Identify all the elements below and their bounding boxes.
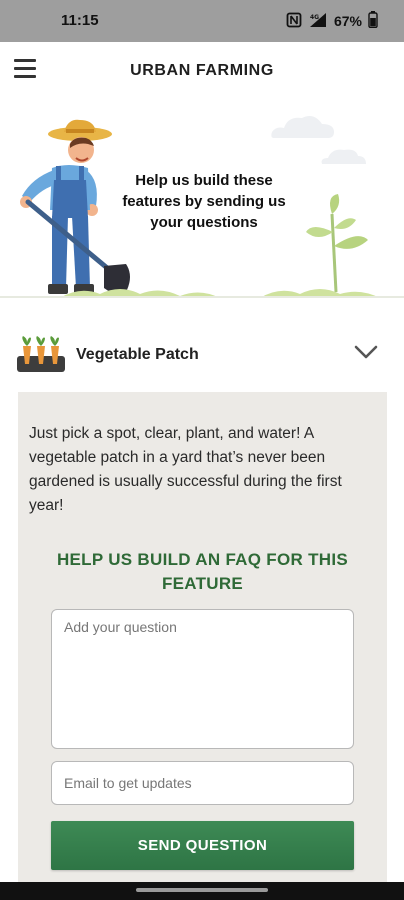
home-indicator[interactable] xyxy=(136,888,268,892)
vegetable-patch-icon xyxy=(17,336,65,372)
send-question-button[interactable]: SEND QUESTION xyxy=(51,821,354,870)
hero-banner: Help us build these features by sending … xyxy=(0,100,404,310)
signal-label: 4G xyxy=(310,14,319,21)
status-icons: 4G 67% xyxy=(286,11,378,31)
system-nav-bar xyxy=(0,882,404,900)
battery-percent: 67% xyxy=(333,13,362,29)
section-description: Just pick a spot, clear, plant, and wate… xyxy=(29,425,342,514)
app-title: URBAN FARMING xyxy=(130,62,274,79)
status-time: 11:15 xyxy=(61,12,99,29)
chevron-down-icon[interactable] xyxy=(354,344,378,360)
cloud-illustration xyxy=(271,116,334,138)
app-bar: URBAN FARMING xyxy=(0,42,404,100)
nfc-icon xyxy=(286,12,302,31)
sprouting-plant-illustration xyxy=(306,194,368,292)
faq-heading: HELP US BUILD AN FAQ FOR THIS FEATURE xyxy=(56,550,349,593)
cloud-illustration xyxy=(321,149,366,164)
vegetable-patch-header[interactable]: Vegetable Patch xyxy=(0,326,404,382)
email-field[interactable] xyxy=(51,761,354,805)
hero-text: Help us build these features by sending … xyxy=(122,172,286,231)
vegetable-patch-card: Just pick a spot, clear, plant, and wate… xyxy=(18,392,387,892)
question-input[interactable] xyxy=(51,609,354,749)
battery-icon xyxy=(368,11,378,31)
signal-4g-icon: 4G xyxy=(308,12,328,31)
status-bar: 11:15 4G 67% xyxy=(0,0,404,42)
section-title: Vegetable Patch xyxy=(76,346,199,363)
ground-line xyxy=(0,296,404,298)
